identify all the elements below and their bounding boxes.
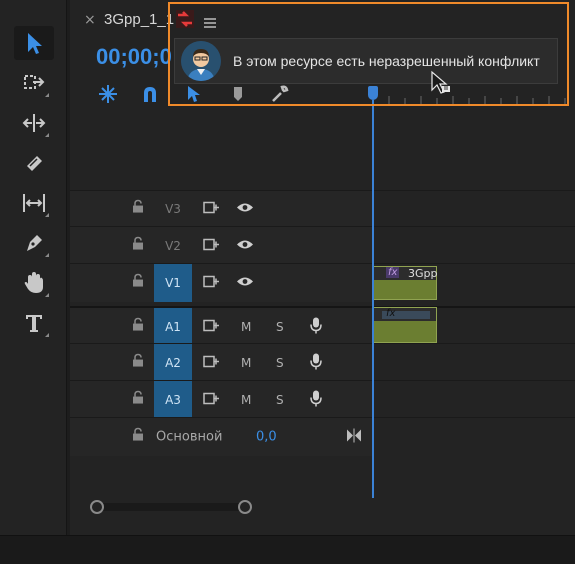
razor-tool-icon[interactable] — [14, 146, 54, 180]
lock-icon[interactable] — [132, 273, 144, 292]
track-v2: V2 — [70, 226, 575, 264]
eye-icon[interactable] — [236, 276, 254, 291]
track-select-tool-icon[interactable] — [14, 66, 54, 100]
lock-icon[interactable] — [132, 316, 144, 335]
video-clip[interactable]: fx 3Gpp — [373, 266, 438, 300]
highlight-outline — [168, 2, 569, 106]
master-track: Основной 0,0 — [70, 417, 575, 456]
nest-insert-icon[interactable] — [96, 82, 120, 106]
track-a1: A1 M S — [70, 306, 575, 345]
lock-icon[interactable] — [132, 199, 144, 218]
track-a3: A3 M S — [70, 380, 575, 418]
timecode-display[interactable]: 00;00;0 — [96, 44, 172, 70]
zoom-scrollbar[interactable] — [90, 500, 252, 514]
mute-button[interactable]: M — [241, 393, 251, 407]
sync-lock-icon[interactable] — [202, 354, 220, 371]
sequence-tab-title[interactable]: 3Gpp_1_1 — [104, 11, 174, 28]
microphone-icon[interactable] — [310, 352, 322, 373]
mouse-cursor-icon — [430, 70, 452, 100]
eye-icon[interactable] — [236, 238, 254, 253]
pen-tool-icon[interactable] — [14, 226, 54, 260]
track-label[interactable]: A3 — [154, 381, 192, 418]
type-tool-icon[interactable] — [14, 306, 54, 340]
ripple-edit-tool-icon[interactable] — [14, 106, 54, 140]
microphone-icon[interactable] — [310, 389, 322, 410]
solo-button[interactable]: S — [276, 320, 284, 334]
fx-badge: fx — [386, 267, 400, 278]
track-label[interactable]: V2 — [154, 227, 192, 264]
tab-close-button[interactable]: × — [84, 12, 96, 28]
track-v1: V1 — [70, 263, 575, 302]
clip-name: 3Gpp — [408, 267, 438, 280]
sync-lock-icon[interactable] — [202, 275, 220, 292]
track-label[interactable]: A1 — [154, 308, 192, 345]
sync-lock-icon[interactable] — [202, 318, 220, 335]
solo-button[interactable]: S — [276, 393, 284, 407]
track-label[interactable]: V3 — [154, 191, 192, 227]
tools-panel — [0, 0, 67, 535]
master-volume-value[interactable]: 0,0 — [256, 430, 277, 445]
sync-lock-icon[interactable] — [202, 201, 220, 218]
playhead-line[interactable] — [372, 100, 374, 498]
audio-clip[interactable]: fx — [373, 307, 437, 343]
mute-button[interactable]: M — [241, 356, 251, 370]
sync-lock-icon[interactable] — [202, 391, 220, 408]
lock-icon[interactable] — [132, 235, 144, 254]
mute-button[interactable]: M — [241, 320, 251, 334]
master-label: Основной — [156, 429, 223, 445]
track-a2: A2 M S — [70, 343, 575, 381]
scroll-handle-left[interactable] — [90, 500, 104, 514]
eye-icon[interactable] — [236, 202, 254, 217]
bottom-panel-strip — [0, 535, 575, 564]
sync-lock-icon[interactable] — [202, 237, 220, 254]
track-label[interactable]: A2 — [154, 344, 192, 381]
selection-tool-icon[interactable] — [14, 26, 54, 60]
hand-tool-icon[interactable] — [14, 266, 54, 300]
lock-icon[interactable] — [132, 352, 144, 371]
solo-button[interactable]: S — [276, 356, 284, 370]
slip-tool-icon[interactable] — [14, 186, 54, 220]
microphone-icon[interactable] — [310, 316, 322, 337]
go-to-edit-point-icon[interactable] — [346, 428, 362, 446]
snap-magnet-icon[interactable] — [138, 82, 162, 106]
track-label[interactable]: V1 — [154, 264, 192, 302]
track-v3: V3 — [70, 190, 575, 227]
lock-icon[interactable] — [132, 427, 144, 446]
fx-badge: fx — [386, 308, 396, 319]
lock-icon[interactable] — [132, 389, 144, 408]
scroll-handle-right[interactable] — [238, 500, 252, 514]
